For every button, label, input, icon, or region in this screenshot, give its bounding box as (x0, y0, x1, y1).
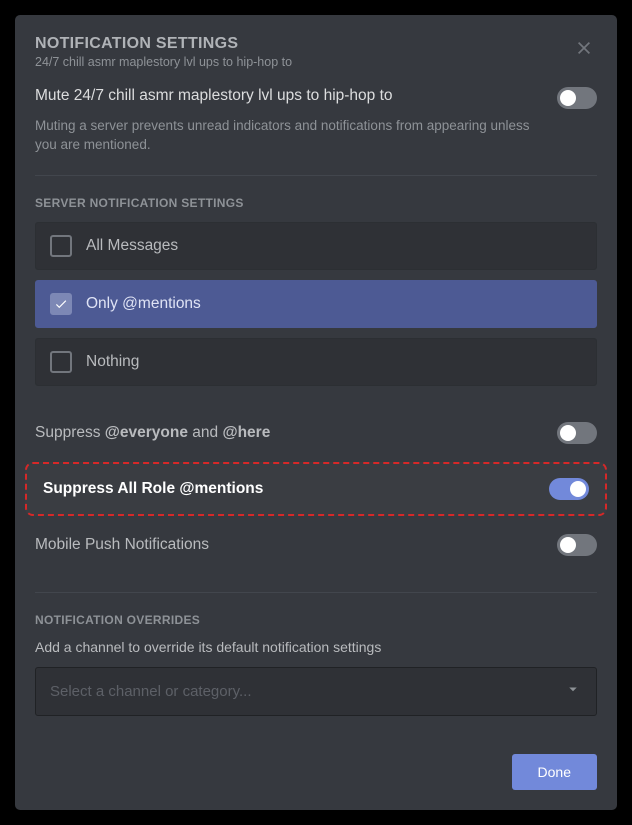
checkbox-icon (50, 235, 72, 257)
overrides-description: Add a channel to override its default no… (35, 639, 597, 655)
label-part: and (188, 424, 222, 441)
header-text: NOTIFICATION SETTINGS 24/7 chill asmr ma… (35, 35, 292, 69)
modal-subtitle: 24/7 chill asmr maplestory lvl ups to hi… (35, 55, 292, 69)
mute-label-container: Mute 24/7 chill asmr maplestory lvl ups … (35, 87, 393, 105)
radio-label: Nothing (86, 353, 139, 371)
suppress-roles-toggle[interactable] (549, 478, 589, 500)
mobile-push-row: Mobile Push Notifications (35, 518, 597, 572)
toggle-knob (560, 537, 576, 553)
overrides-section-label: NOTIFICATION OVERRIDES (35, 613, 597, 627)
label-part: Suppress (35, 424, 105, 441)
mute-label-prefix: Mute (35, 87, 74, 104)
mobile-push-label: Mobile Push Notifications (35, 536, 209, 554)
checkbox-icon (50, 293, 72, 315)
radio-all-messages[interactable]: All Messages (35, 222, 597, 270)
notification-radio-group: All Messages Only @mentions Nothing (35, 222, 597, 386)
label-part: @everyone (105, 424, 188, 441)
suppress-everyone-toggle[interactable] (557, 422, 597, 444)
toggle-knob (560, 425, 576, 441)
radio-label: Only @mentions (86, 295, 201, 313)
mute-toggle[interactable] (557, 87, 597, 109)
notification-settings-modal: NOTIFICATION SETTINGS 24/7 chill asmr ma… (15, 15, 617, 810)
suppress-everyone-row: Suppress @everyone and @here (35, 406, 597, 460)
toggle-knob (560, 90, 576, 106)
radio-label: All Messages (86, 237, 178, 255)
radio-only-mentions[interactable]: Only @mentions (35, 280, 597, 328)
modal-footer: Done (35, 734, 597, 790)
suppress-roles-label: Suppress All Role @mentions (43, 480, 263, 498)
radio-nothing[interactable]: Nothing (35, 338, 597, 386)
server-notification-label: SERVER NOTIFICATION SETTINGS (35, 196, 597, 210)
select-placeholder: Select a channel or category... (50, 683, 252, 700)
mute-description: Muting a server prevents unread indicato… (35, 117, 535, 155)
checkbox-icon (50, 351, 72, 373)
mute-server-name: 24/7 chill asmr maplestory lvl ups to hi… (74, 87, 393, 104)
divider (35, 175, 597, 176)
modal-header: NOTIFICATION SETTINGS 24/7 chill asmr ma… (35, 35, 597, 69)
modal-title: NOTIFICATION SETTINGS (35, 35, 292, 53)
chevron-down-icon (564, 680, 582, 703)
channel-select[interactable]: Select a channel or category... (35, 667, 597, 716)
label-part: @here (222, 424, 270, 441)
toggle-knob (570, 481, 586, 497)
mobile-push-toggle[interactable] (557, 534, 597, 556)
suppress-roles-row: Suppress All Role @mentions (25, 462, 607, 516)
close-icon[interactable] (571, 35, 597, 65)
done-button[interactable]: Done (512, 754, 597, 790)
mute-server-row: Mute 24/7 chill asmr maplestory lvl ups … (35, 87, 597, 109)
suppress-everyone-label: Suppress @everyone and @here (35, 424, 270, 442)
divider (35, 592, 597, 593)
